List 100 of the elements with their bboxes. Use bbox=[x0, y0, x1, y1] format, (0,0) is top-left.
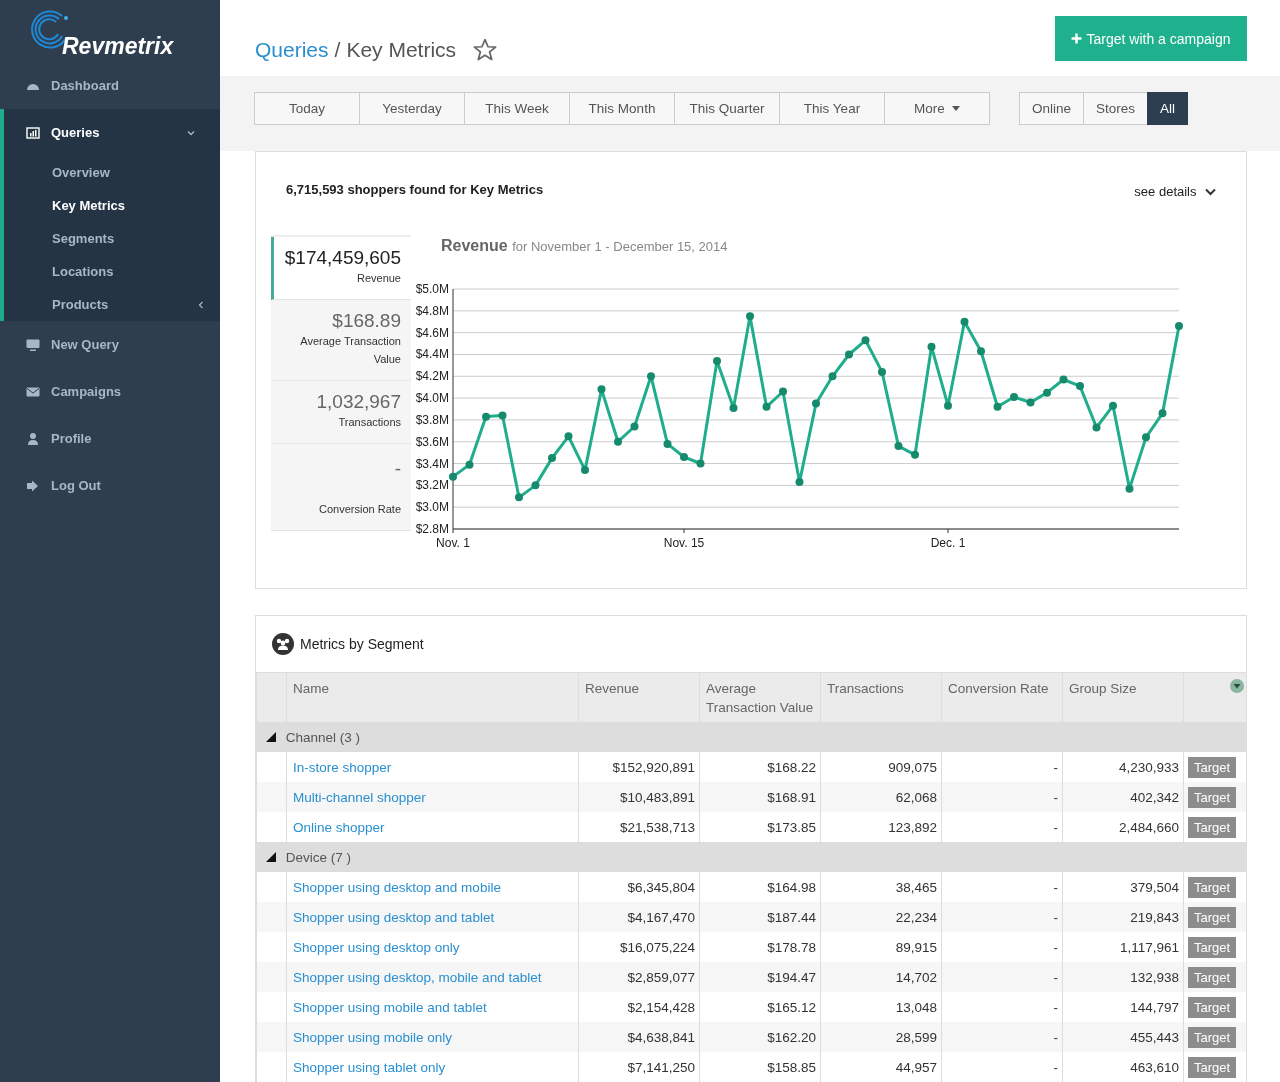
data-point bbox=[498, 411, 507, 420]
data-point bbox=[1092, 423, 1101, 432]
date-filter-button[interactable]: This Quarter bbox=[674, 92, 780, 125]
table-cell: 22,234 bbox=[820, 902, 942, 932]
table-cell: 402,342 bbox=[1062, 782, 1184, 812]
sidebar-item[interactable]: Dashboard bbox=[0, 62, 220, 109]
group-row[interactable]: Device (7 ) bbox=[256, 842, 1246, 872]
data-point bbox=[1059, 375, 1068, 384]
y-axis-label: $3.8M bbox=[415, 412, 449, 427]
data-point bbox=[944, 401, 952, 410]
sidebar-item[interactable]: New Query bbox=[0, 321, 220, 368]
segment-link[interactable]: Shopper using mobile and tablet bbox=[293, 999, 487, 1015]
x-axis-label: Nov. 15 bbox=[663, 536, 705, 550]
triangle-icon[interactable] bbox=[266, 731, 276, 742]
data-point bbox=[878, 367, 886, 376]
y-axis-label: $4.6M bbox=[415, 325, 449, 340]
sidebar-item[interactable]: Queries bbox=[4, 109, 220, 156]
see-details-link[interactable]: see details bbox=[1134, 184, 1216, 199]
target-button[interactable]: Target bbox=[1188, 966, 1237, 988]
breadcrumb-link[interactable]: Queries bbox=[255, 38, 329, 62]
table-cell: - bbox=[941, 1022, 1063, 1052]
metric-card[interactable]: $174,459,605 Revenue bbox=[271, 237, 411, 300]
table-cell: - bbox=[941, 782, 1063, 812]
date-filter-button[interactable]: This Month bbox=[569, 92, 675, 125]
data-point bbox=[845, 350, 853, 359]
star-icon[interactable] bbox=[472, 37, 499, 63]
channel-filter-button[interactable]: Online bbox=[1019, 92, 1085, 125]
table-cell: $162.20 bbox=[699, 1022, 821, 1052]
segment-link[interactable]: In-store shopper bbox=[293, 759, 392, 775]
target-button[interactable]: Target bbox=[1188, 996, 1237, 1018]
table-cell: - bbox=[941, 1052, 1063, 1082]
column-options-icon[interactable] bbox=[1229, 679, 1244, 693]
data-point bbox=[746, 312, 754, 321]
target-button[interactable]: Target bbox=[1188, 1056, 1237, 1078]
date-filter-button[interactable]: More bbox=[884, 92, 990, 125]
data-point bbox=[1175, 322, 1183, 331]
metric-value: 1,032,967 bbox=[316, 391, 401, 413]
column-header[interactable]: Revenue bbox=[578, 672, 700, 722]
target-button[interactable]: Target bbox=[1188, 816, 1237, 838]
data-point bbox=[1026, 398, 1035, 407]
y-axis-label: $4.0M bbox=[415, 391, 449, 406]
data-point bbox=[515, 493, 523, 502]
metric-card[interactable]: - Conversion Rate bbox=[271, 444, 411, 531]
bar-chart-icon bbox=[26, 125, 40, 140]
sidebar-item[interactable]: Log Out bbox=[0, 462, 220, 509]
table-cell: - bbox=[941, 902, 1063, 932]
segment-link[interactable]: Shopper using tablet only bbox=[293, 1059, 446, 1075]
group-label: Channel (3 ) bbox=[285, 729, 361, 745]
data-point bbox=[581, 466, 589, 475]
column-header[interactable]: Name bbox=[286, 672, 579, 722]
monitor-icon bbox=[26, 337, 40, 352]
group-icon bbox=[272, 633, 294, 655]
triangle-icon[interactable] bbox=[266, 851, 276, 862]
sidebar-subitem[interactable]: Key Metrics bbox=[4, 189, 220, 222]
column-header[interactable]: Transactions bbox=[820, 672, 942, 722]
data-point bbox=[894, 442, 903, 451]
metric-card[interactable]: $168.89 Average Transaction Value bbox=[271, 300, 411, 381]
sidebar-subitem[interactable]: Overview bbox=[4, 156, 220, 189]
target-button[interactable]: Target bbox=[1188, 756, 1237, 778]
x-axis-label: Nov. 1 bbox=[436, 536, 470, 550]
target-button[interactable]: Target bbox=[1188, 936, 1237, 958]
target-campaign-button[interactable]: Target with a campaign bbox=[1054, 16, 1247, 61]
table-cell: 219,843 bbox=[1062, 902, 1184, 932]
date-filter-button[interactable]: This Year bbox=[779, 92, 885, 125]
logout-icon bbox=[26, 478, 40, 493]
sidebar-subitem[interactable]: Locations bbox=[4, 255, 220, 288]
data-point bbox=[779, 387, 787, 396]
table-cell: $7,141,250 bbox=[578, 1052, 700, 1082]
column-header[interactable]: Group Size bbox=[1062, 672, 1184, 722]
target-button[interactable]: Target bbox=[1188, 876, 1237, 898]
date-filter-button[interactable]: This Week bbox=[464, 92, 570, 125]
metric-card[interactable]: 1,032,967 Transactions bbox=[271, 381, 411, 444]
table-title: Metrics by Segment bbox=[300, 636, 424, 652]
data-point bbox=[828, 372, 837, 381]
data-point bbox=[1158, 409, 1167, 418]
table-cell: 132,938 bbox=[1062, 962, 1184, 992]
segment-link[interactable]: Online shopper bbox=[293, 819, 385, 835]
segment-link[interactable]: Shopper using desktop and mobile bbox=[293, 879, 501, 895]
data-point bbox=[482, 412, 490, 421]
date-filter-button[interactable]: Yesterday bbox=[359, 92, 465, 125]
column-header[interactable]: Conversion Rate bbox=[941, 672, 1063, 722]
channel-filter-button[interactable]: Stores bbox=[1083, 92, 1149, 125]
channel-filter-button[interactable]: All bbox=[1147, 92, 1189, 125]
target-button[interactable]: Target bbox=[1188, 1026, 1237, 1048]
sidebar-subitem[interactable]: Segments bbox=[4, 222, 220, 255]
segment-link[interactable]: Shopper using desktop only bbox=[293, 939, 460, 955]
logo[interactable]: Revmetrix bbox=[0, 0, 220, 62]
date-filter-button[interactable]: Today bbox=[254, 92, 360, 125]
sidebar-item[interactable]: Profile bbox=[0, 415, 220, 462]
target-button[interactable]: Target bbox=[1188, 906, 1237, 928]
logo-text: Revmetrix bbox=[62, 33, 174, 60]
chevron-icon[interactable] bbox=[1204, 187, 1216, 196]
column-header[interactable]: Average Transaction Value bbox=[699, 672, 821, 722]
target-button[interactable]: Target bbox=[1188, 786, 1237, 808]
sidebar-subitem[interactable]: Products bbox=[4, 288, 220, 321]
sidebar-item[interactable]: Campaigns bbox=[0, 368, 220, 415]
table-cell: 28,599 bbox=[820, 1022, 942, 1052]
y-axis-label: $5.0M bbox=[415, 282, 449, 296]
group-row[interactable]: Channel (3 ) bbox=[256, 722, 1246, 752]
table-cell: $2,859,077 bbox=[578, 962, 700, 992]
